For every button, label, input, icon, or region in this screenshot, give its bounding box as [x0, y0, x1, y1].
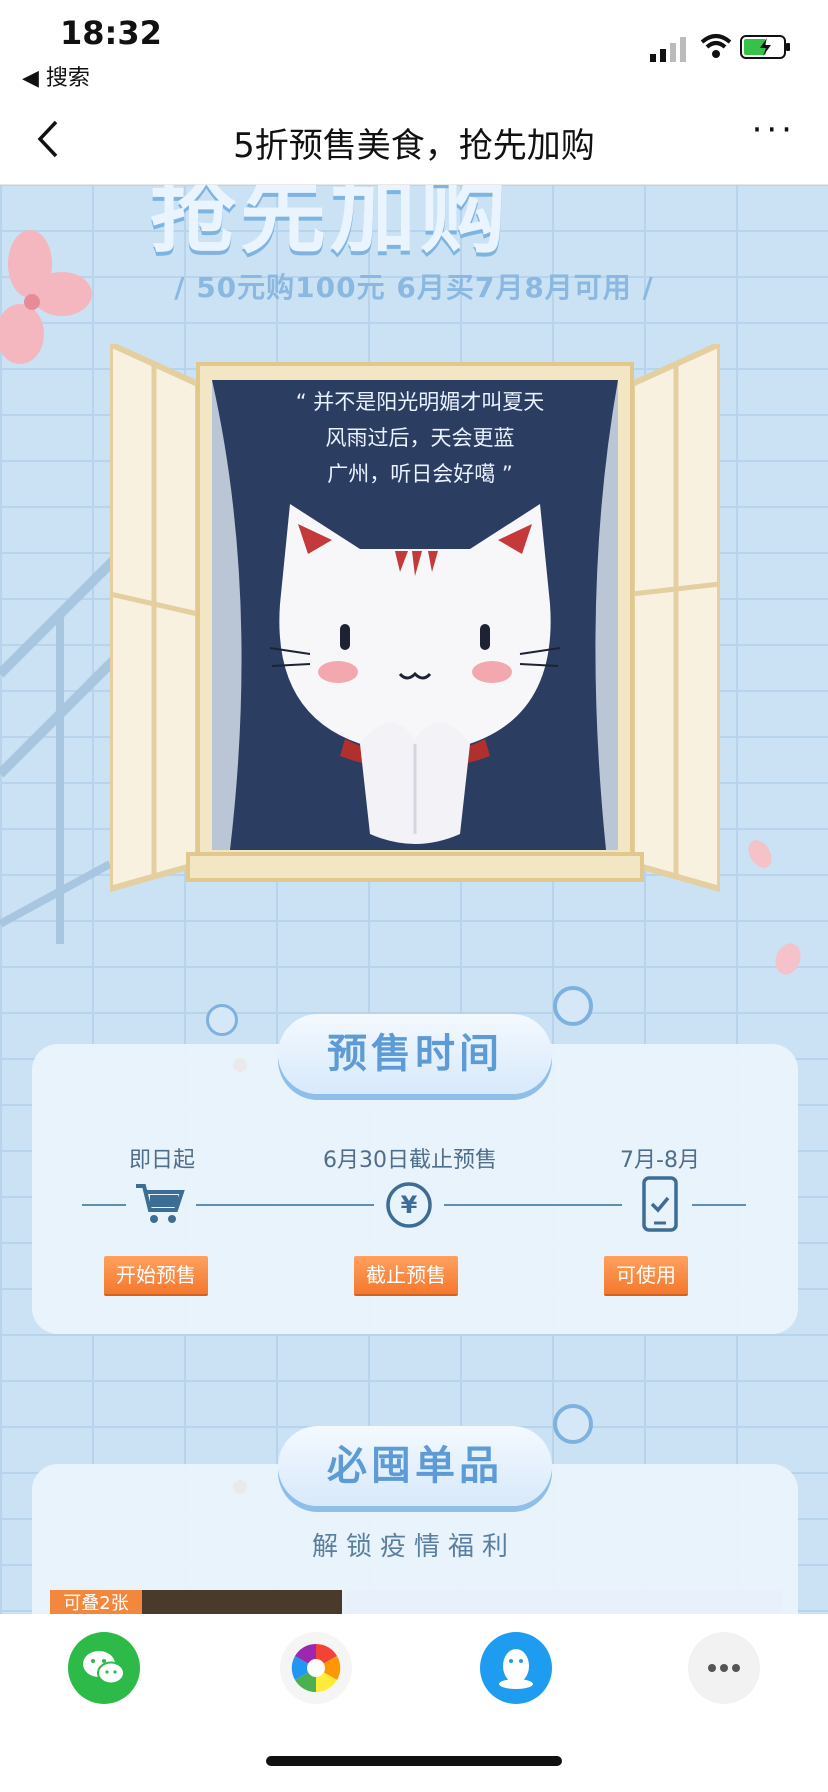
promo-subline: / 50元购100元 6月买7月8月可用 /	[174, 271, 654, 304]
more-dots-icon	[708, 1664, 740, 1672]
timeline-date: 7月-8月	[620, 1148, 700, 1173]
status-bar: 18:32 ◀ 搜索	[0, 0, 828, 96]
cart-icon	[136, 1184, 185, 1223]
must-buy-title-pill: 必囤单品	[278, 1426, 552, 1506]
product-image[interactable]	[346, 1590, 782, 1614]
bubble-decoration	[553, 986, 593, 1026]
svg-text:¥: ¥	[401, 1191, 418, 1219]
timeline-date: 即日起	[128, 1148, 195, 1173]
section-subtitle: 解锁疫情福利	[311, 1532, 516, 1562]
quote-line: 风雨过后，天会更蓝	[325, 426, 515, 450]
usable-button[interactable]: 可使用	[604, 1256, 688, 1294]
timeline-line	[196, 1204, 374, 1206]
wifi-icon	[700, 34, 732, 58]
web-page: 抢先加购 / 50元购100元 6月买7月8月可用 / “ 并不是阳光明媚才叫夏…	[0, 184, 828, 1614]
more-share-button[interactable]	[688, 1632, 760, 1704]
nav-bar: 5折预售美食，抢先加购 ···	[0, 96, 828, 185]
battery-icon	[740, 35, 790, 59]
quote-line: 广州，听日会好噶 ”	[327, 462, 513, 486]
timeline-line	[692, 1204, 746, 1206]
moments-aperture-icon	[291, 1643, 341, 1693]
end-presale-button[interactable]: 截止预售	[354, 1256, 458, 1294]
bubble-decoration	[553, 1404, 593, 1444]
wechat-share-button[interactable]	[68, 1632, 140, 1704]
moments-share-button[interactable]	[280, 1632, 352, 1704]
phone-check-icon	[642, 1176, 678, 1232]
petal-icon	[775, 943, 801, 975]
timeline-line	[82, 1204, 126, 1206]
timeline-line	[444, 1204, 622, 1206]
quote-line: “ 并不是阳光明媚才叫夏天	[295, 390, 545, 414]
window-quote: “ 并不是阳光明媚才叫夏天 风雨过后，天会更蓝 广州，听日会好噶 ”	[210, 384, 630, 492]
timeline-date: 6月30日截止预售	[323, 1148, 497, 1173]
back-to-search[interactable]: ◀ 搜索	[22, 60, 90, 92]
yen-icon: ¥	[386, 1182, 432, 1228]
signal-icon	[650, 37, 686, 62]
presale-title-pill: 预售时间	[278, 1014, 552, 1094]
petal-icon	[748, 840, 772, 868]
start-presale-button[interactable]: 开始预售	[104, 1256, 208, 1294]
page-title: 5折预售美食，抢先加购	[233, 126, 595, 166]
sakura-flower-icon	[0, 230, 92, 364]
wechat-icon	[83, 1651, 125, 1685]
bubble-decoration	[206, 1004, 238, 1036]
home-indicator[interactable]	[266, 1756, 562, 1766]
more-menu-button[interactable]: ···	[752, 110, 796, 150]
headline: 抢先加购	[150, 184, 510, 265]
section-title: 预售时间	[327, 1031, 503, 1077]
section-title: 必囤单品	[327, 1443, 503, 1489]
qq-share-button[interactable]	[480, 1632, 552, 1704]
status-time: 18:32	[60, 14, 162, 52]
qq-penguin-icon	[499, 1649, 533, 1689]
